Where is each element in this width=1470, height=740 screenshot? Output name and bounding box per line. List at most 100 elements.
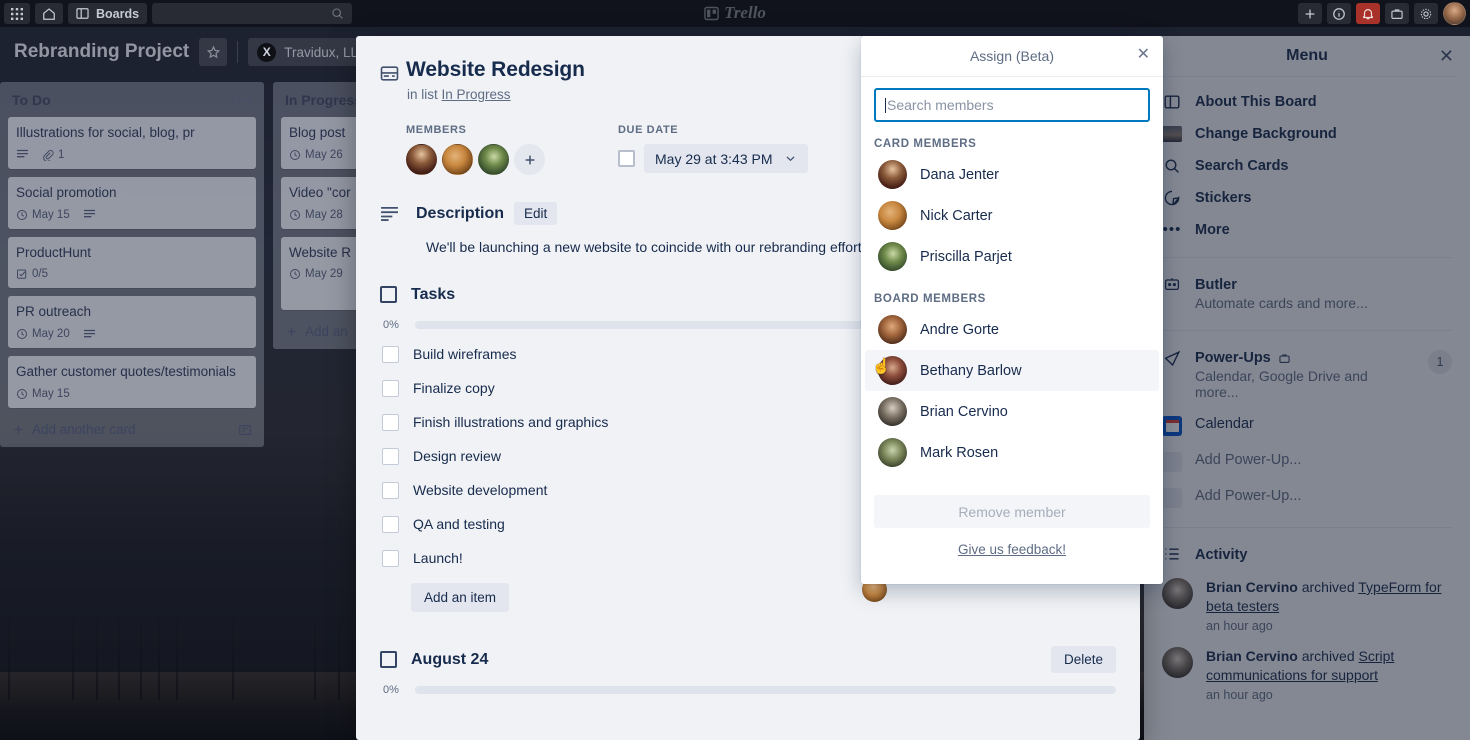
menu-header: Menu ✕ (1158, 36, 1456, 77)
menu-item-butler[interactable]: Butler Automate cards and more... (1158, 269, 1456, 319)
briefcase-button[interactable] (1385, 3, 1409, 24)
menu-item-more[interactable]: ••• More (1158, 214, 1456, 246)
menu-item-about-this-board[interactable]: About This Board (1158, 86, 1456, 118)
star-icon (206, 45, 221, 60)
in-list-link[interactable]: In Progress (442, 87, 511, 102)
avatar[interactable] (406, 144, 437, 175)
due-date-text: May 29 (305, 268, 343, 281)
activity-actor[interactable]: Brian Cervino (1206, 648, 1298, 664)
info-button[interactable] (1327, 3, 1351, 24)
top-navigation-bar: Boards Trello (0, 0, 1470, 27)
add-checklist-item-button[interactable]: Add an item (411, 583, 510, 612)
menu-item-calendar-powerup[interactable]: Calendar (1158, 408, 1456, 444)
list-item[interactable]: Illustrations for social, blog, pr 1 (8, 117, 256, 169)
list-item[interactable]: Gather customer quotes/testimonials May … (8, 356, 256, 409)
avatar[interactable] (1443, 2, 1466, 25)
cursor-pointer-icon: ☝ (872, 358, 891, 375)
card-template-icon[interactable] (238, 423, 252, 437)
progress-bar (415, 686, 1116, 694)
member-name: Dana Jenter (920, 166, 999, 183)
list-to-do: To Do ••• Illustrations for social, blog… (0, 82, 264, 448)
activity-list-icon (1162, 547, 1182, 561)
avatar[interactable] (478, 144, 509, 175)
card-badges: 0/5 (16, 268, 248, 280)
avatar[interactable] (442, 144, 473, 175)
list-item[interactable]: Social promotion May 15 (8, 176, 256, 229)
card-title: Gather customer quotes/testimonials (16, 364, 236, 380)
checklist-count: 0/5 (32, 268, 48, 281)
checklist-item-label: Finish illustrations and graphics (413, 414, 609, 430)
board-menu-sidebar: Menu ✕ About This Board Change Backgroun… (1144, 36, 1470, 740)
checkbox[interactable] (382, 379, 399, 397)
checkbox[interactable] (382, 549, 399, 567)
member-name: Bethany Barlow (920, 362, 1022, 379)
placeholder-icon (1162, 488, 1182, 508)
member-row-mark-rosen[interactable]: Mark Rosen (865, 432, 1159, 473)
list-menu-icon[interactable]: ••• (234, 92, 252, 108)
menu-item-add-powerup-1[interactable]: Add Power-Up... (1158, 444, 1456, 480)
card-title: Social promotion (16, 184, 117, 200)
menu-item-power-ups[interactable]: Power-Ups Calendar, Google Drive and mor… (1158, 342, 1456, 408)
search-members-input[interactable]: Search members (874, 88, 1150, 122)
remove-member-button[interactable]: Remove member (874, 495, 1150, 528)
boards-button[interactable]: Boards (68, 3, 148, 24)
member-row-bethany-barlow[interactable]: ☝ Bethany Barlow (865, 350, 1159, 391)
search-input[interactable] (152, 3, 353, 24)
checklist-item-label: QA and testing (413, 516, 505, 532)
list-item[interactable]: PR outreach May 20 (8, 296, 256, 349)
add-button[interactable] (1298, 3, 1322, 24)
trello-logo-text: Trello (724, 3, 766, 22)
checklist-item-label: Design review (413, 448, 501, 464)
menu-title: Menu (1286, 47, 1328, 64)
due-date-text: May 15 (32, 388, 70, 401)
close-icon[interactable]: ✕ (1439, 47, 1454, 65)
give-feedback-link[interactable]: Give us feedback! (861, 542, 1163, 557)
divider (237, 41, 239, 63)
activity-actor[interactable]: Brian Cervino (1206, 579, 1298, 595)
checklist-icon (380, 286, 397, 303)
home-button[interactable] (35, 3, 63, 24)
member-row-andre-gorte[interactable]: Andre Gorte (865, 309, 1159, 350)
menu-item-change-background[interactable]: Change Background (1158, 118, 1456, 150)
checkbox[interactable] (382, 413, 399, 431)
add-member-button[interactable] (514, 144, 545, 175)
activity-label: Activity (1195, 547, 1248, 563)
description-icon (83, 329, 96, 340)
notifications-button[interactable] (1356, 3, 1380, 24)
menu-item-stickers[interactable]: Stickers (1158, 182, 1456, 214)
edit-description-button[interactable]: Edit (514, 202, 558, 225)
add-another-card-button[interactable]: Add another card (8, 416, 256, 441)
menu-item-search-cards[interactable]: Search Cards (1158, 150, 1456, 182)
checkbox[interactable] (382, 447, 399, 465)
members-label: MEMBERS (406, 124, 467, 136)
settings-button[interactable] (1414, 3, 1438, 24)
due-date-button[interactable]: May 29 at 3:43 PM (644, 144, 808, 173)
due-date-checkbox[interactable] (618, 150, 635, 167)
trello-logo-icon (704, 6, 719, 21)
star-button[interactable] (199, 38, 228, 66)
close-icon[interactable]: ✕ (1137, 47, 1150, 63)
due-date-badge: May 20 (16, 328, 70, 340)
checkbox[interactable] (382, 345, 399, 363)
delete-checklist-button[interactable]: Delete (1050, 646, 1116, 673)
due-date-badge: May 15 (16, 209, 70, 221)
due-date-text: May 20 (32, 328, 70, 341)
assign-popup-header: Assign (Beta) ✕ (861, 36, 1163, 77)
member-row-nick-carter[interactable]: Nick Carter (865, 195, 1159, 236)
member-row-dana-jenter[interactable]: Dana Jenter (865, 154, 1159, 195)
checkbox[interactable] (382, 515, 399, 533)
due-date-text: May 28 (305, 208, 343, 221)
apps-grid-button[interactable] (4, 3, 30, 24)
members-block: MEMBERS (406, 124, 545, 175)
checklist-icon (380, 651, 397, 668)
card-badges: May 15 (16, 388, 248, 400)
activity-action: archived (1301, 647, 1355, 664)
list-item[interactable]: ProductHunt 0/5 (8, 236, 256, 289)
description-icon (83, 209, 96, 220)
checklist-percent: 0% (383, 684, 399, 696)
menu-item-add-powerup-2[interactable]: Add Power-Up... (1158, 480, 1456, 516)
plus-icon (12, 423, 25, 436)
member-row-brian-cervino[interactable]: Brian Cervino (865, 391, 1159, 432)
member-row-priscilla-parjet[interactable]: Priscilla Parjet (865, 236, 1159, 277)
checkbox[interactable] (382, 481, 399, 499)
